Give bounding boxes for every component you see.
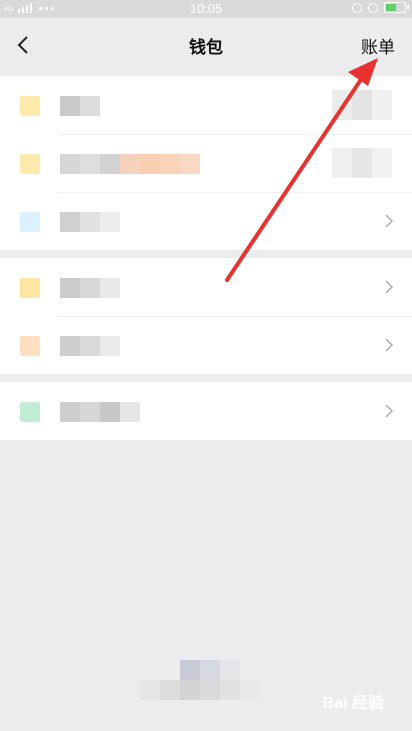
wallet-screen: 4G 10:05 钱包 账单 Bai 经验: [0, 0, 412, 731]
wallet-item-icon: [20, 212, 40, 232]
list-item[interactable]: [0, 258, 412, 316]
wallet-section-3: [0, 382, 412, 440]
wallet-item-icon: [20, 336, 40, 356]
wallet-item-icon: [20, 154, 40, 174]
alarm-icon: [368, 2, 378, 13]
nav-bar: 钱包 账单: [0, 18, 412, 74]
status-icons: [352, 2, 409, 13]
wallet-section-1: [0, 76, 412, 250]
wallet-item-icon: [20, 402, 40, 422]
blurred-label: [60, 278, 120, 298]
bill-button[interactable]: 账单: [361, 33, 395, 58]
list-item[interactable]: [0, 134, 412, 192]
wallet-section-2: [0, 258, 412, 374]
chevron-right-icon: [385, 338, 394, 352]
blurred-label: [60, 336, 120, 356]
blurred-label: [60, 212, 120, 232]
chevron-right-icon: [385, 280, 394, 294]
battery-icon: [384, 2, 409, 13]
page-title: 钱包: [189, 38, 223, 58]
blurred-value: [332, 148, 392, 178]
blurred-label: [60, 402, 140, 422]
blurred-footer: [140, 660, 260, 716]
list-item[interactable]: [0, 76, 412, 134]
chevron-right-icon: [385, 404, 394, 418]
blurred-label: [60, 154, 200, 174]
blurred-label: [60, 96, 100, 116]
mute-icon: [352, 2, 362, 13]
status-time: 10:05: [189, 1, 223, 16]
status-bar: 4G 10:05: [0, 0, 412, 18]
blurred-value: [332, 90, 392, 120]
watermark: Bai 经验: [322, 695, 384, 712]
list-item[interactable]: [0, 382, 412, 440]
chevron-right-icon: [385, 214, 394, 228]
list-item[interactable]: [0, 192, 412, 250]
wallet-item-icon: [20, 96, 40, 116]
list-item[interactable]: [0, 316, 412, 374]
wallet-item-icon: [20, 278, 40, 298]
